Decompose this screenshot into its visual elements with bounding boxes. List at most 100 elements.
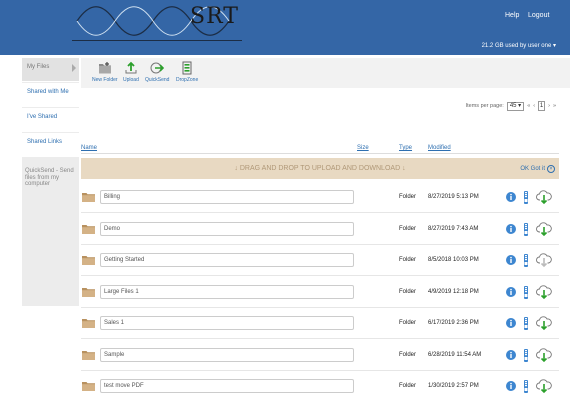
file-modified: 1/30/2019 2:57 PM [428, 383, 479, 389]
zip-icon[interactable] [522, 191, 530, 204]
sidebar-item-label: Shared Links [27, 139, 63, 145]
upload-icon [125, 61, 137, 74]
chevron-down-icon: ▾ [552, 43, 556, 49]
file-name[interactable]: Getting Started [100, 253, 354, 267]
file-type: Folder [399, 351, 417, 358]
folder-icon [82, 350, 95, 360]
last-page-icon[interactable]: » [553, 103, 556, 109]
logout-link[interactable]: Logout [528, 12, 549, 19]
prev-page-icon[interactable]: ‹ [533, 103, 535, 109]
file-name[interactable]: Demo [100, 221, 354, 236]
cloud-download-icon[interactable] [536, 378, 552, 394]
file-type: Folder [399, 320, 417, 326]
info-icon[interactable] [506, 318, 516, 328]
zip-icon[interactable] [522, 285, 530, 299]
dropzone-icon [182, 61, 192, 75]
quicksend-icon [150, 62, 165, 74]
dropzone-label: DropZone [176, 77, 199, 83]
zip-icon[interactable] [522, 222, 530, 236]
file-name[interactable]: Billing [100, 190, 354, 204]
new-folder-icon [98, 62, 111, 74]
quicksend-link[interactable]: QuickSend - Send files from my computer [25, 168, 77, 188]
zip-icon[interactable] [522, 317, 530, 330]
items-per-page-label: Items per page: [465, 103, 504, 109]
header-divider [81, 153, 559, 154]
dropzone-button[interactable]: DropZone [176, 61, 198, 83]
toolbar: New Folder Upload QuickSend DropZone [81, 58, 570, 88]
sidebar-item-shared-links[interactable]: Shared Links [22, 133, 79, 157]
folder-icon [82, 256, 95, 265]
logo-text: SRT [190, 4, 239, 29]
file-name[interactable]: test move PDF [100, 379, 354, 393]
zip-icon[interactable] [522, 254, 530, 267]
file-modified: 6/28/2019 11:54 AM [428, 351, 482, 358]
table-row[interactable]: Demo Folder 8/27/2019 7:43 AM [81, 214, 559, 245]
folder-icon [82, 287, 95, 297]
quicksend-button[interactable]: QuickSend [145, 61, 169, 83]
cloud-download-icon[interactable] [536, 347, 552, 363]
folder-icon [82, 319, 95, 328]
info-icon[interactable] [506, 286, 516, 297]
upload-label: Upload [123, 77, 139, 83]
file-type: Folder [399, 194, 417, 200]
first-page-icon[interactable]: « [527, 103, 530, 109]
table-row[interactable]: Sales 1 Folder 6/17/2019 2:36 PM [81, 308, 559, 339]
chevron-right-icon [72, 64, 76, 72]
column-header-name[interactable]: Name [81, 145, 97, 151]
sidebar-item-label: Shared with Me [27, 89, 69, 95]
file-modified: 8/5/2018 10:03 PM [428, 257, 479, 263]
sidebar-item-label: I've Shared [27, 114, 58, 120]
cloud-download-icon[interactable] [536, 252, 552, 268]
folder-icon [82, 193, 95, 202]
file-name[interactable]: Large Files 1 [100, 284, 354, 299]
file-type: Folder [399, 257, 417, 263]
column-header-modified[interactable]: Modified [428, 145, 451, 151]
table-row[interactable]: Large Files 1 Folder 4/9/2019 12:18 PM [81, 277, 559, 308]
zip-icon[interactable] [522, 348, 530, 362]
file-name[interactable]: Sales 1 [100, 316, 354, 330]
info-icon[interactable] [506, 349, 516, 360]
file-modified: 8/27/2019 5:13 PM [428, 194, 479, 200]
pagination: Items per page: 45 ▾ « ‹ 1 › » [466, 101, 556, 111]
sidebar-item-my-files[interactable]: My Files [22, 58, 79, 82]
new-folder-button[interactable]: New Folder [92, 61, 118, 83]
dropzone-banner[interactable]: ↓ DRAG AND DROP TO UPLOAD AND DOWNLOAD ↓… [81, 158, 559, 179]
file-name[interactable]: Sample [100, 347, 354, 362]
cloud-download-icon[interactable] [536, 221, 552, 237]
column-header-size[interactable]: Size [357, 145, 369, 151]
dropzone-text: ↓ DRAG AND DROP TO UPLOAD AND DOWNLOAD ↓ [234, 165, 406, 172]
usage-menu[interactable]: 21.2 GB used by user one ▾ [482, 42, 556, 49]
column-header-type[interactable]: Type [399, 145, 412, 151]
cloud-download-icon[interactable] [536, 284, 552, 300]
file-type: Folder [399, 225, 417, 232]
info-icon[interactable] [506, 223, 516, 234]
table-row[interactable]: Billing Folder 8/27/2019 5:13 PM [81, 182, 559, 213]
folder-icon [82, 224, 95, 234]
page-number[interactable]: 1 [538, 101, 546, 111]
items-per-page-select[interactable]: 45 ▾ [506, 101, 525, 111]
file-modified: 8/27/2019 7:43 AM [428, 225, 479, 232]
got-it-label: OK Got it [520, 166, 545, 172]
close-icon: × [547, 165, 555, 173]
got-it-button[interactable]: OK Got it × [520, 165, 555, 173]
info-icon[interactable] [506, 255, 516, 265]
table-row[interactable]: Sample Folder 6/28/2019 11:54 AM [81, 340, 559, 371]
app-header: SRT Help Logout 21.2 GB used by user one… [0, 0, 570, 55]
upload-button[interactable]: Upload [123, 61, 139, 83]
table-row[interactable]: Getting Started Folder 8/5/2018 10:03 PM [81, 245, 559, 276]
sidebar-item-ive-shared[interactable]: I've Shared [22, 108, 79, 132]
help-link[interactable]: Help [505, 12, 519, 19]
info-icon[interactable] [506, 192, 516, 202]
file-modified: 4/9/2019 12:18 PM [428, 288, 479, 295]
info-icon[interactable] [506, 381, 516, 391]
cloud-download-icon[interactable] [536, 189, 552, 205]
logo-underline [72, 40, 242, 41]
folder-icon [82, 382, 95, 391]
zip-icon[interactable] [522, 380, 530, 393]
table-row[interactable]: test move PDF Folder 1/30/2019 2:57 PM [81, 371, 559, 400]
sidebar-item-shared-with-me[interactable]: Shared with Me [22, 83, 79, 107]
cloud-download-icon[interactable] [536, 315, 552, 331]
next-page-icon[interactable]: › [548, 103, 550, 109]
file-modified: 6/17/2019 2:36 PM [428, 320, 479, 326]
sidebar-item-label: My Files [27, 64, 50, 70]
